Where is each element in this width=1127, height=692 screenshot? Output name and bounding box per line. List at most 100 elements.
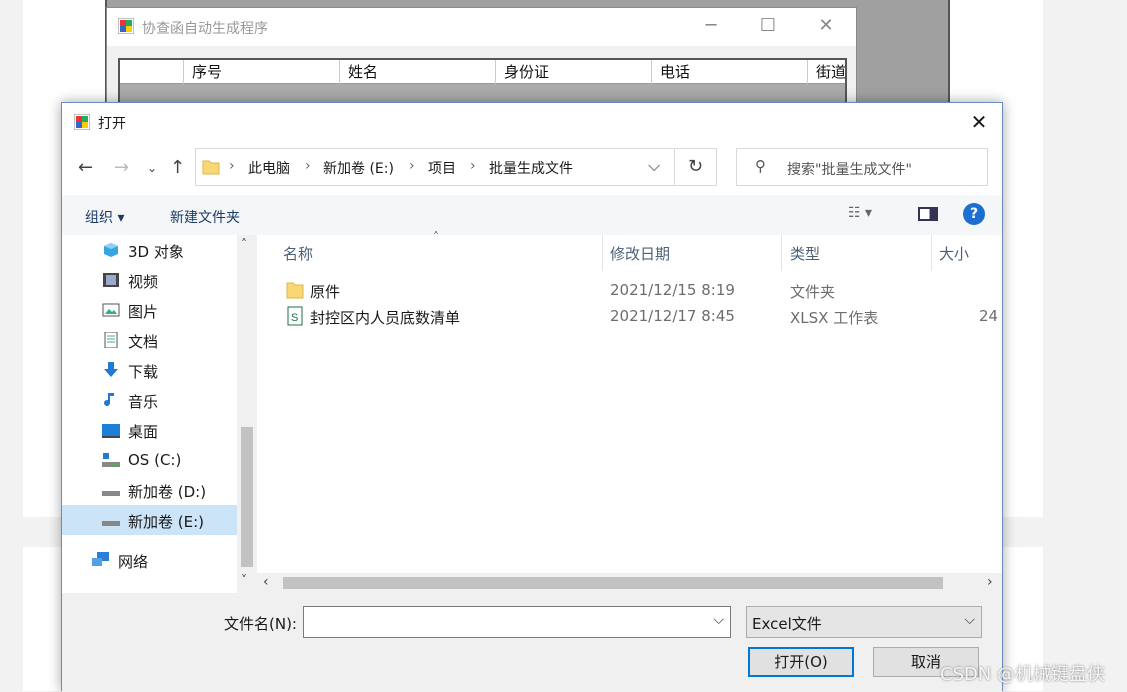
column-header-modified[interactable]: 修改日期 <box>610 243 670 264</box>
file-type: 文件夹 <box>790 283 836 301</box>
column-divider[interactable] <box>602 235 603 271</box>
file-type: XLSX 工作表 <box>790 309 879 327</box>
breadcrumb-separator-icon: › <box>470 158 476 174</box>
help-icon[interactable]: ? <box>963 203 985 225</box>
nav-item-drive-c[interactable]: OS (C:) <box>62 445 237 475</box>
chevron-down-icon[interactable]: ⌵ <box>713 612 724 628</box>
filetype-select[interactable]: Excel文件 ⌵ <box>746 606 982 638</box>
nav-item-3d-objects[interactable]: 3D 对象 <box>62 235 237 265</box>
refresh-icon: ↻ <box>687 156 704 177</box>
back-arrow-icon[interactable]: ← <box>78 157 93 178</box>
grid-col-id[interactable]: 身份证 <box>495 60 651 84</box>
svg-text:S: S <box>291 312 298 324</box>
os-drive-icon <box>102 452 120 468</box>
scroll-up-icon[interactable]: ˄ <box>241 237 247 251</box>
minimize-button[interactable]: ─ <box>682 8 740 46</box>
grid-header: 序号 姓名 身份证 电话 街道 <box>120 60 847 84</box>
filetype-value: Excel文件 <box>752 615 822 633</box>
pictures-icon <box>102 302 120 318</box>
file-size: 24 <box>979 307 999 325</box>
scroll-down-icon[interactable]: ˅ <box>241 573 247 587</box>
search-box[interactable]: ⚲ 搜索"批量生成文件" <box>736 148 988 186</box>
breadcrumb-separator-icon: › <box>305 158 311 174</box>
grid-col-street[interactable]: 街道 <box>807 60 847 84</box>
filename-input[interactable]: ⌵ <box>303 606 731 638</box>
breadcrumb-project[interactable]: 项目 <box>428 158 456 178</box>
search-icon: ⚲ <box>755 157 766 175</box>
filename-label: 文件名(N): <box>224 615 297 633</box>
file-name: 封控区内人员底数清单 <box>310 309 461 327</box>
column-header-size[interactable]: 大小 <box>939 243 969 264</box>
close-button[interactable]: ✕ <box>797 8 855 46</box>
dialog-title: 打开 <box>98 116 126 132</box>
new-folder-button[interactable]: 新建文件夹 <box>170 207 240 227</box>
nav-pane-scrollbar[interactable]: ˄ ˅ <box>237 235 257 593</box>
maximize-button[interactable]: ☐ <box>739 8 797 46</box>
breadcrumb-drive-e[interactable]: 新加卷 (E:) <box>323 158 394 178</box>
file-row-excel[interactable]: S 封控区内人员底数清单 2021/12/17 8:45 XLSX 工作表 24 <box>282 303 1002 329</box>
breadcrumb-this-pc[interactable]: 此电脑 <box>248 158 290 178</box>
drive-icon <box>102 512 120 528</box>
app-icon <box>117 17 135 35</box>
scroll-right-icon[interactable]: › <box>987 574 993 590</box>
chevron-down-icon[interactable]: ⌵ <box>648 156 660 176</box>
nav-item-music[interactable]: 音乐 <box>62 385 237 415</box>
dialog-close-button[interactable]: ✕ <box>964 109 994 135</box>
dialog-app-icon <box>73 113 91 131</box>
forward-arrow-icon[interactable]: → <box>114 157 129 178</box>
organize-button[interactable]: 组织 ▾ <box>85 207 124 227</box>
column-header-type[interactable]: 类型 <box>790 243 820 264</box>
address-bar[interactable]: › 此电脑 › 新加卷 (E:) › 项目 › 批量生成文件 ⌵ <box>195 148 675 186</box>
nav-item-desktop[interactable]: 桌面 <box>62 415 237 445</box>
grid-col-seq[interactable]: 序号 <box>183 60 339 84</box>
drive-icon <box>102 482 120 498</box>
nav-item-downloads[interactable]: 下载 <box>62 355 237 385</box>
nav-item-documents[interactable]: 文档 <box>62 325 237 355</box>
nav-item-label: 3D 对象 <box>128 243 184 261</box>
nav-item-drive-d[interactable]: 新加卷 (D:) <box>62 475 237 505</box>
excel-file-icon: S <box>286 306 304 326</box>
nav-item-label: 图片 <box>128 303 159 321</box>
refresh-button[interactable]: ↻ <box>675 148 717 186</box>
nav-item-label: 音乐 <box>128 393 159 411</box>
app-title: 协查函自动生成程序 <box>142 21 268 37</box>
download-icon <box>102 362 120 378</box>
open-file-dialog: 打开 ✕ ← → ⌄ ↑ › 此电脑 › 新加卷 (E:) › 项目 › 批量生… <box>61 102 1003 692</box>
desktop-icon <box>102 422 120 438</box>
cube-3d-icon <box>102 242 120 258</box>
nav-item-drive-e[interactable]: 新加卷 (E:) <box>62 505 237 535</box>
app-titlebar: 协查函自动生成程序 ─ ☐ ✕ <box>107 8 856 46</box>
up-arrow-icon[interactable]: ↑ <box>170 157 185 178</box>
folder-icon <box>202 158 220 176</box>
view-options-icon[interactable]: ☷ ▾ <box>848 205 872 221</box>
nav-item-label: 下载 <box>128 363 159 381</box>
scrollbar-thumb[interactable] <box>241 427 253 567</box>
grid-col-name[interactable]: 姓名 <box>339 60 495 84</box>
background-app-window: 协查函自动生成程序 ─ ☐ ✕ 序号 姓名 身份证 电话 街道 <box>106 7 857 104</box>
column-divider[interactable] <box>931 235 932 271</box>
open-button[interactable]: 打开(O) <box>748 647 854 677</box>
data-grid[interactable]: 序号 姓名 身份证 电话 街道 <box>118 58 847 104</box>
column-divider[interactable] <box>781 235 782 271</box>
nav-item-videos[interactable]: 视频 <box>62 265 237 295</box>
navigation-pane[interactable]: 3D 对象 视频 图片 文档 下载 音乐 桌面 OS (C:) 新加卷 (D:)… <box>62 235 257 593</box>
grid-col-phone[interactable]: 电话 <box>651 60 807 84</box>
file-name: 原件 <box>310 283 341 301</box>
preview-pane-icon[interactable] <box>918 207 938 221</box>
file-list-hscrollbar[interactable]: ‹ › <box>257 573 1002 593</box>
network-icon <box>92 552 110 568</box>
scroll-left-icon[interactable]: ‹ <box>263 574 269 590</box>
breadcrumb-batch-folder[interactable]: 批量生成文件 <box>489 158 573 178</box>
nav-item-label: 网络 <box>118 553 149 571</box>
recent-dropdown-icon[interactable]: ⌄ <box>147 161 157 175</box>
search-placeholder: 搜索"批量生成文件" <box>787 162 912 178</box>
column-header-name[interactable]: 名称 <box>283 243 313 264</box>
file-modified: 2021/12/17 8:45 <box>610 307 735 325</box>
nav-item-pictures[interactable]: 图片 <box>62 295 237 325</box>
scrollbar-thumb[interactable] <box>283 577 943 589</box>
file-row-folder[interactable]: 原件 2021/12/15 8:19 文件夹 <box>282 277 1002 303</box>
nav-item-label: 视频 <box>128 273 159 291</box>
nav-item-network[interactable]: 网络 <box>62 545 237 575</box>
sort-ascending-icon: ˄ <box>433 230 439 244</box>
breadcrumb-separator-icon: › <box>229 158 235 174</box>
